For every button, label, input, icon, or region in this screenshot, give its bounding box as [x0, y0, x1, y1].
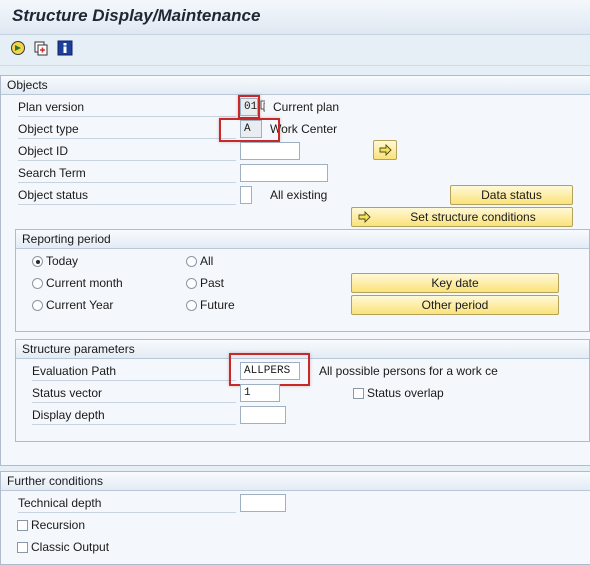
forward-button[interactable] [373, 140, 397, 160]
all-label: All [200, 254, 214, 268]
plan-version-input[interactable]: 01 [240, 98, 258, 116]
radio-today[interactable] [32, 256, 43, 267]
radio-all[interactable] [186, 256, 197, 267]
structure-parameters-header: Structure parameters [16, 340, 589, 359]
radio-current-month[interactable] [32, 278, 43, 289]
search-term-input[interactable] [240, 164, 328, 182]
arrow-right-icon [379, 144, 392, 156]
radio-current-year[interactable] [32, 300, 43, 311]
radio-past[interactable] [186, 278, 197, 289]
evaluation-path-label: Evaluation Path [32, 364, 117, 378]
object-type-text: Work Center [270, 122, 338, 136]
execute-icon[interactable] [10, 40, 26, 56]
search-term-label: Search Term [18, 166, 86, 180]
technical-depth-label: Technical depth [18, 496, 102, 510]
past-label: Past [200, 276, 225, 290]
data-status-button[interactable]: Data status [450, 185, 573, 205]
plan-version-label: Plan version [18, 100, 85, 114]
classic-output-label: Classic Output [31, 540, 110, 554]
title-bar: Structure Display/Maintenance [0, 0, 590, 35]
evaluation-path-text: All possible persons for a work ce [319, 364, 498, 378]
display-depth-input[interactable] [240, 406, 286, 424]
status-overlap-checkbox[interactable] [353, 388, 364, 399]
current-year-label: Current Year [46, 298, 114, 312]
plan-version-text: Current plan [265, 100, 340, 114]
recursion-label: Recursion [31, 518, 86, 532]
classic-output-checkbox[interactable] [17, 542, 28, 553]
today-label: Today [46, 254, 79, 268]
recursion-checkbox[interactable] [17, 520, 28, 531]
set-structure-conditions-button[interactable]: Set structure conditions [351, 207, 573, 227]
object-id-input[interactable] [240, 142, 300, 160]
technical-depth-input[interactable] [240, 494, 286, 512]
information-icon[interactable] [57, 40, 73, 56]
display-depth-label: Display depth [32, 408, 105, 422]
object-type-label: Object type [18, 122, 79, 136]
status-vector-label: Status vector [32, 386, 103, 400]
page-title: Structure Display/Maintenance [12, 6, 261, 25]
status-vector-input[interactable]: 1 [240, 384, 280, 402]
object-type-input[interactable]: A [240, 120, 262, 138]
other-period-button[interactable]: Other period [351, 295, 559, 315]
radio-future[interactable] [186, 300, 197, 311]
key-date-button[interactable]: Key date [351, 273, 559, 293]
object-status-text: All existing [270, 188, 328, 202]
status-overlap-label: Status overlap [367, 386, 444, 400]
application-toolbar [0, 35, 590, 66]
current-month-label: Current month [46, 276, 123, 290]
object-status-label: Object status [18, 188, 89, 202]
further-conditions-header: Further conditions [1, 472, 590, 491]
object-status-input[interactable] [240, 186, 252, 204]
objects-header: Objects [1, 76, 590, 95]
copy-structure-icon[interactable] [33, 40, 49, 56]
reporting-period-header: Reporting period [16, 230, 589, 249]
evaluation-path-input[interactable]: ALLPERS [240, 362, 300, 380]
object-id-label: Object ID [18, 144, 69, 158]
arrow-right-icon [358, 211, 371, 223]
future-label: Future [200, 298, 235, 312]
